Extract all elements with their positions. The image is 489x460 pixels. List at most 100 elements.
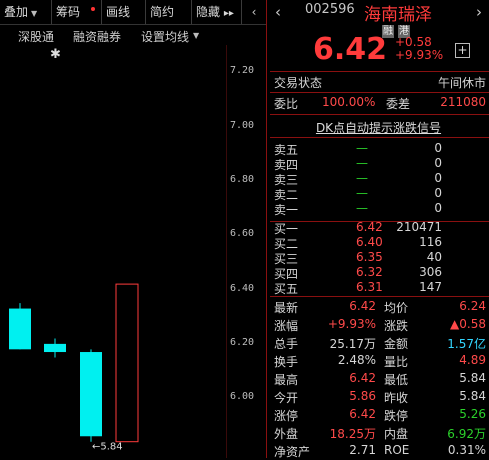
level-price: — <box>356 186 368 200</box>
stat-value: 5.84 <box>459 389 486 403</box>
candle-body <box>80 352 102 437</box>
stat-label: 净资产 <box>274 445 311 459</box>
stock-code: 002596 <box>305 2 355 17</box>
chevron-down-icon[interactable]: ▼ <box>193 31 199 40</box>
candle[interactable] <box>80 349 102 442</box>
stat-value: +9.93% <box>327 317 376 331</box>
candle[interactable] <box>9 303 31 350</box>
stat-label: 涨跌 <box>384 319 409 333</box>
low-price-annotation: ←5.84 <box>92 442 123 453</box>
ma-settings-link[interactable]: 设置均线 <box>141 28 189 45</box>
change-percent: +9.93% <box>395 48 444 62</box>
stat-row: 换手 2.48% 量比 4.89 <box>274 353 486 370</box>
orderbook-row[interactable]: 买五 6.31 147 <box>274 280 486 297</box>
stat-value: ▲0.58 <box>450 317 486 331</box>
weibi-value: 100.00% <box>322 95 376 109</box>
hide-label: 隐藏 <box>196 5 221 19</box>
stat-value: 5.86 <box>349 389 376 403</box>
chips-label: 筹码 <box>56 5 81 19</box>
stat-label: 跌停 <box>384 409 409 423</box>
stat-value: 6.24 <box>459 299 486 313</box>
price-change: +0.58 +9.93% <box>395 36 443 62</box>
add-watchlist-icon[interactable]: + <box>455 43 470 58</box>
price-axis-label: 6.60 <box>230 228 255 240</box>
stat-value: 25.17万 <box>329 337 376 351</box>
notification-dot-icon <box>91 7 95 11</box>
candle[interactable] <box>44 338 66 358</box>
stat-label: 昨收 <box>384 391 409 405</box>
stat-value: 6.42 <box>349 299 376 313</box>
stat-value: 4.89 <box>459 353 486 367</box>
stat-label: 换手 <box>274 355 299 369</box>
level-price: 6.35 <box>356 250 383 264</box>
next-stock-icon[interactable]: › <box>476 3 482 21</box>
level-volume: 306 <box>419 265 442 279</box>
level-price: — <box>356 141 368 155</box>
price-axis-label: 6.80 <box>230 173 255 185</box>
chevron-down-icon: ▼ <box>31 9 38 18</box>
level-volume: 0 <box>434 141 442 155</box>
more-arrows-icon[interactable]: ▸▸ <box>224 8 234 19</box>
simple-mode-button[interactable]: 简约 <box>146 0 192 24</box>
level-volume: 0 <box>434 156 442 170</box>
indicator-subbar: 深股通 融资融券 设置均线 ▼ <box>0 25 266 45</box>
sgt-link[interactable]: 深股通 <box>18 28 54 45</box>
candle-body <box>115 283 139 443</box>
stat-row: 今开 5.86 昨收 5.84 <box>274 389 486 406</box>
stock-name: 海南瑞泽 <box>364 5 432 25</box>
price-axis-label: 6.40 <box>230 282 255 294</box>
collapse-chevron-icon[interactable]: ‹ <box>242 0 266 24</box>
divider <box>270 92 489 93</box>
margin-link[interactable]: 融资融券 <box>73 28 121 45</box>
draw-line-button[interactable]: 画线 <box>102 0 146 24</box>
stat-row: 最高 6.42 最低 5.84 <box>274 371 486 388</box>
level-price: 6.31 <box>356 280 383 294</box>
level-price: — <box>356 201 368 215</box>
stat-label: 外盘 <box>274 427 299 441</box>
level-price: 6.40 <box>356 235 383 249</box>
stat-value: 1.57亿 <box>447 337 486 351</box>
stat-value: 6.42 <box>349 407 376 421</box>
weibi-label: 委比 <box>274 97 299 111</box>
simple-label: 简约 <box>150 5 175 19</box>
stat-value: 2.48% <box>337 353 376 367</box>
stat-value: 18.25万 <box>329 427 376 441</box>
stat-label: 金额 <box>384 337 409 351</box>
dk-signal-link[interactable]: DK点自动提示涨跌信号 <box>268 119 489 136</box>
divider <box>270 114 489 115</box>
candle-body <box>44 343 66 353</box>
status-label: 交易状态 <box>274 76 323 90</box>
hide-button[interactable]: 隐藏 ▸▸ <box>192 0 242 24</box>
level-volume: 116 <box>419 235 442 249</box>
stat-label: 今开 <box>274 391 299 405</box>
level-price: — <box>356 171 368 185</box>
price-axis: 7.20 7.00 6.80 6.60 6.40 6.20 6.00 <box>226 45 266 458</box>
orderbook-row[interactable]: 卖一 — 0 <box>274 201 486 218</box>
stat-label: 量比 <box>384 355 409 369</box>
level-volume: 147 <box>419 280 442 294</box>
stat-value: 2.71 <box>349 443 376 457</box>
prev-stock-icon[interactable]: ‹ <box>275 3 281 21</box>
draw-label: 画线 <box>106 5 131 19</box>
stat-row: 最新 6.42 均价 6.24 <box>274 299 486 316</box>
stat-row: 涨停 6.42 跌停 5.26 <box>274 407 486 424</box>
level-volume: 0 <box>434 171 442 185</box>
weicha-value: 211080 <box>440 95 486 109</box>
stat-label: 最高 <box>274 373 299 387</box>
weibi-row: 委比 100.00% 委差 211080 <box>274 95 486 112</box>
panel-divider <box>266 0 267 458</box>
level-label: 买五 <box>274 282 299 296</box>
stat-label: ROE <box>384 443 410 457</box>
stat-label: 均价 <box>384 301 409 315</box>
stat-row: 外盘 18.25万 内盘 6.92万 <box>274 425 486 442</box>
last-price: 6.42 <box>313 32 388 67</box>
divider <box>270 71 489 72</box>
candle[interactable] <box>115 283 139 443</box>
divider <box>270 137 489 138</box>
stat-value: 0.31% <box>447 443 486 457</box>
candlestick-chart[interactable]: ←5.84 <box>0 45 226 458</box>
price-axis-label: 7.00 <box>230 119 255 131</box>
stat-label: 涨幅 <box>274 319 299 333</box>
chips-button[interactable]: 筹码 <box>52 0 102 24</box>
overlay-dropdown[interactable]: 叠加 ▼ <box>0 0 52 24</box>
